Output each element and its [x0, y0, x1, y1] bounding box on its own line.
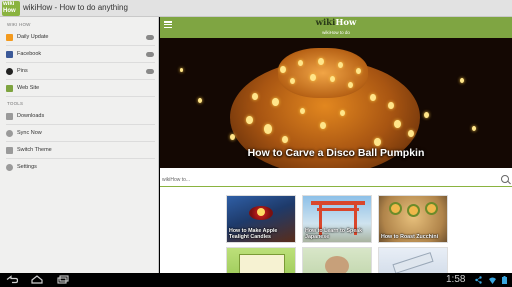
back-icon[interactable] [6, 275, 18, 284]
facebook-icon [6, 51, 13, 58]
drawer-item-daily-update[interactable]: Daily Update [0, 30, 159, 46]
home-icon[interactable] [31, 275, 43, 284]
drawer-item-pins[interactable]: Pins [0, 64, 159, 80]
pumpkin-lid-image [278, 48, 368, 98]
section-header-wikihow: WIKI HOW [7, 22, 31, 27]
article-card-title: How to Make Apple Tealight Candles [229, 228, 278, 240]
article-card[interactable]: How to Make Apple Tealight Candles [226, 195, 296, 243]
divider [6, 124, 155, 125]
wifi-icon [489, 277, 496, 284]
featured-article-title: How to Carve a Disco Ball Pumpkin [247, 147, 425, 159]
system-navigation-bar: 1:58 [0, 273, 512, 287]
section-header-tools: TOOLS [7, 101, 24, 106]
battery-icon [502, 276, 507, 284]
content-area: wikiHow to... How to Make Apple Tealight… [160, 168, 512, 287]
pumpkin-light [264, 124, 272, 134]
article-card[interactable]: How to Learn to Speak Japanese [302, 195, 372, 243]
drawer-item-label: Downloads [17, 113, 45, 119]
divider [6, 79, 155, 80]
app-title: wikiHow - How to do anything [23, 3, 128, 12]
pumpkin-light [356, 68, 361, 74]
pumpkin-light [300, 108, 305, 114]
pumpkin-light [348, 82, 353, 88]
divider [6, 158, 155, 159]
pumpkin-light [340, 110, 345, 116]
drawer-item-label: Switch Theme [17, 147, 52, 153]
drawer-item-sync-now[interactable]: Sync Now [0, 126, 159, 142]
divider [6, 62, 155, 63]
divider [6, 96, 155, 97]
pumpkin-light [180, 68, 183, 72]
divider [6, 141, 155, 142]
drawer-item-label: Facebook [17, 51, 42, 57]
drawer-item-label: Pins [17, 68, 28, 74]
app-window: wiki How wikiHow - How to do anything WI… [0, 0, 512, 287]
pumpkin-light [330, 76, 335, 82]
pumpkin-light [198, 98, 202, 103]
navigation-drawer: WIKI HOW Daily Update Facebook Pins Web … [0, 17, 159, 273]
drawer-item-label: Sync Now [17, 130, 42, 136]
drawer-item-settings[interactable]: Settings [0, 160, 159, 176]
drawer-item-switch-theme[interactable]: Switch Theme [0, 143, 159, 159]
gear-icon [6, 164, 13, 171]
pumpkin-light [338, 62, 343, 68]
drawer-item-label: Web Site [17, 85, 40, 91]
brand-logo: wikiHow [160, 18, 512, 28]
wikihow-logo-icon[interactable]: wiki How [2, 1, 20, 16]
website-icon [6, 85, 13, 92]
theme-icon [6, 147, 13, 154]
pumpkin-light [424, 112, 429, 118]
rss-icon [6, 34, 13, 41]
search-bar[interactable]: wikiHow to... [160, 174, 512, 187]
eye-icon [146, 35, 154, 40]
article-card[interactable]: How to Roast Zucchini [378, 195, 448, 243]
eye-icon [146, 52, 154, 57]
drawer-item-label: Settings [17, 164, 37, 170]
article-card-title: How to Learn to Speak Japanese [305, 228, 363, 240]
drawer-item-label: Daily Update [17, 34, 49, 40]
sync-icon [6, 130, 13, 137]
main-header: wikiHow wikiHow to do [160, 17, 512, 38]
logo-text: wiki How [3, 1, 16, 14]
drawer-item-web-site[interactable]: Web Site [0, 81, 159, 97]
recent-apps-icon[interactable] [57, 275, 69, 284]
drawer-item-downloads[interactable]: Downloads [0, 109, 159, 125]
download-icon [6, 113, 13, 120]
share-icon [475, 276, 482, 284]
pumpkin-light [472, 126, 476, 131]
pumpkin-light [230, 134, 235, 140]
brand-wiki: wiki [315, 18, 336, 28]
pinterest-icon [6, 68, 13, 75]
pumpkin-light [298, 60, 303, 66]
header-subtitle: wikiHow to do [322, 30, 350, 35]
divider [6, 45, 155, 46]
eye-icon [146, 69, 154, 74]
brand-how: How [335, 18, 357, 28]
search-input[interactable]: wikiHow to... [162, 177, 190, 183]
drawer-item-facebook[interactable]: Facebook [0, 47, 159, 63]
pumpkin-light [460, 78, 464, 83]
article-card-title: How to Roast Zucchini [381, 234, 439, 240]
search-icon[interactable] [501, 175, 509, 183]
featured-article-banner[interactable]: How to Carve a Disco Ball Pumpkin [160, 38, 512, 168]
pumpkin-light [290, 78, 295, 84]
status-clock: 1:58 [446, 274, 466, 285]
action-bar: wiki How wikiHow - How to do anything [0, 0, 512, 17]
